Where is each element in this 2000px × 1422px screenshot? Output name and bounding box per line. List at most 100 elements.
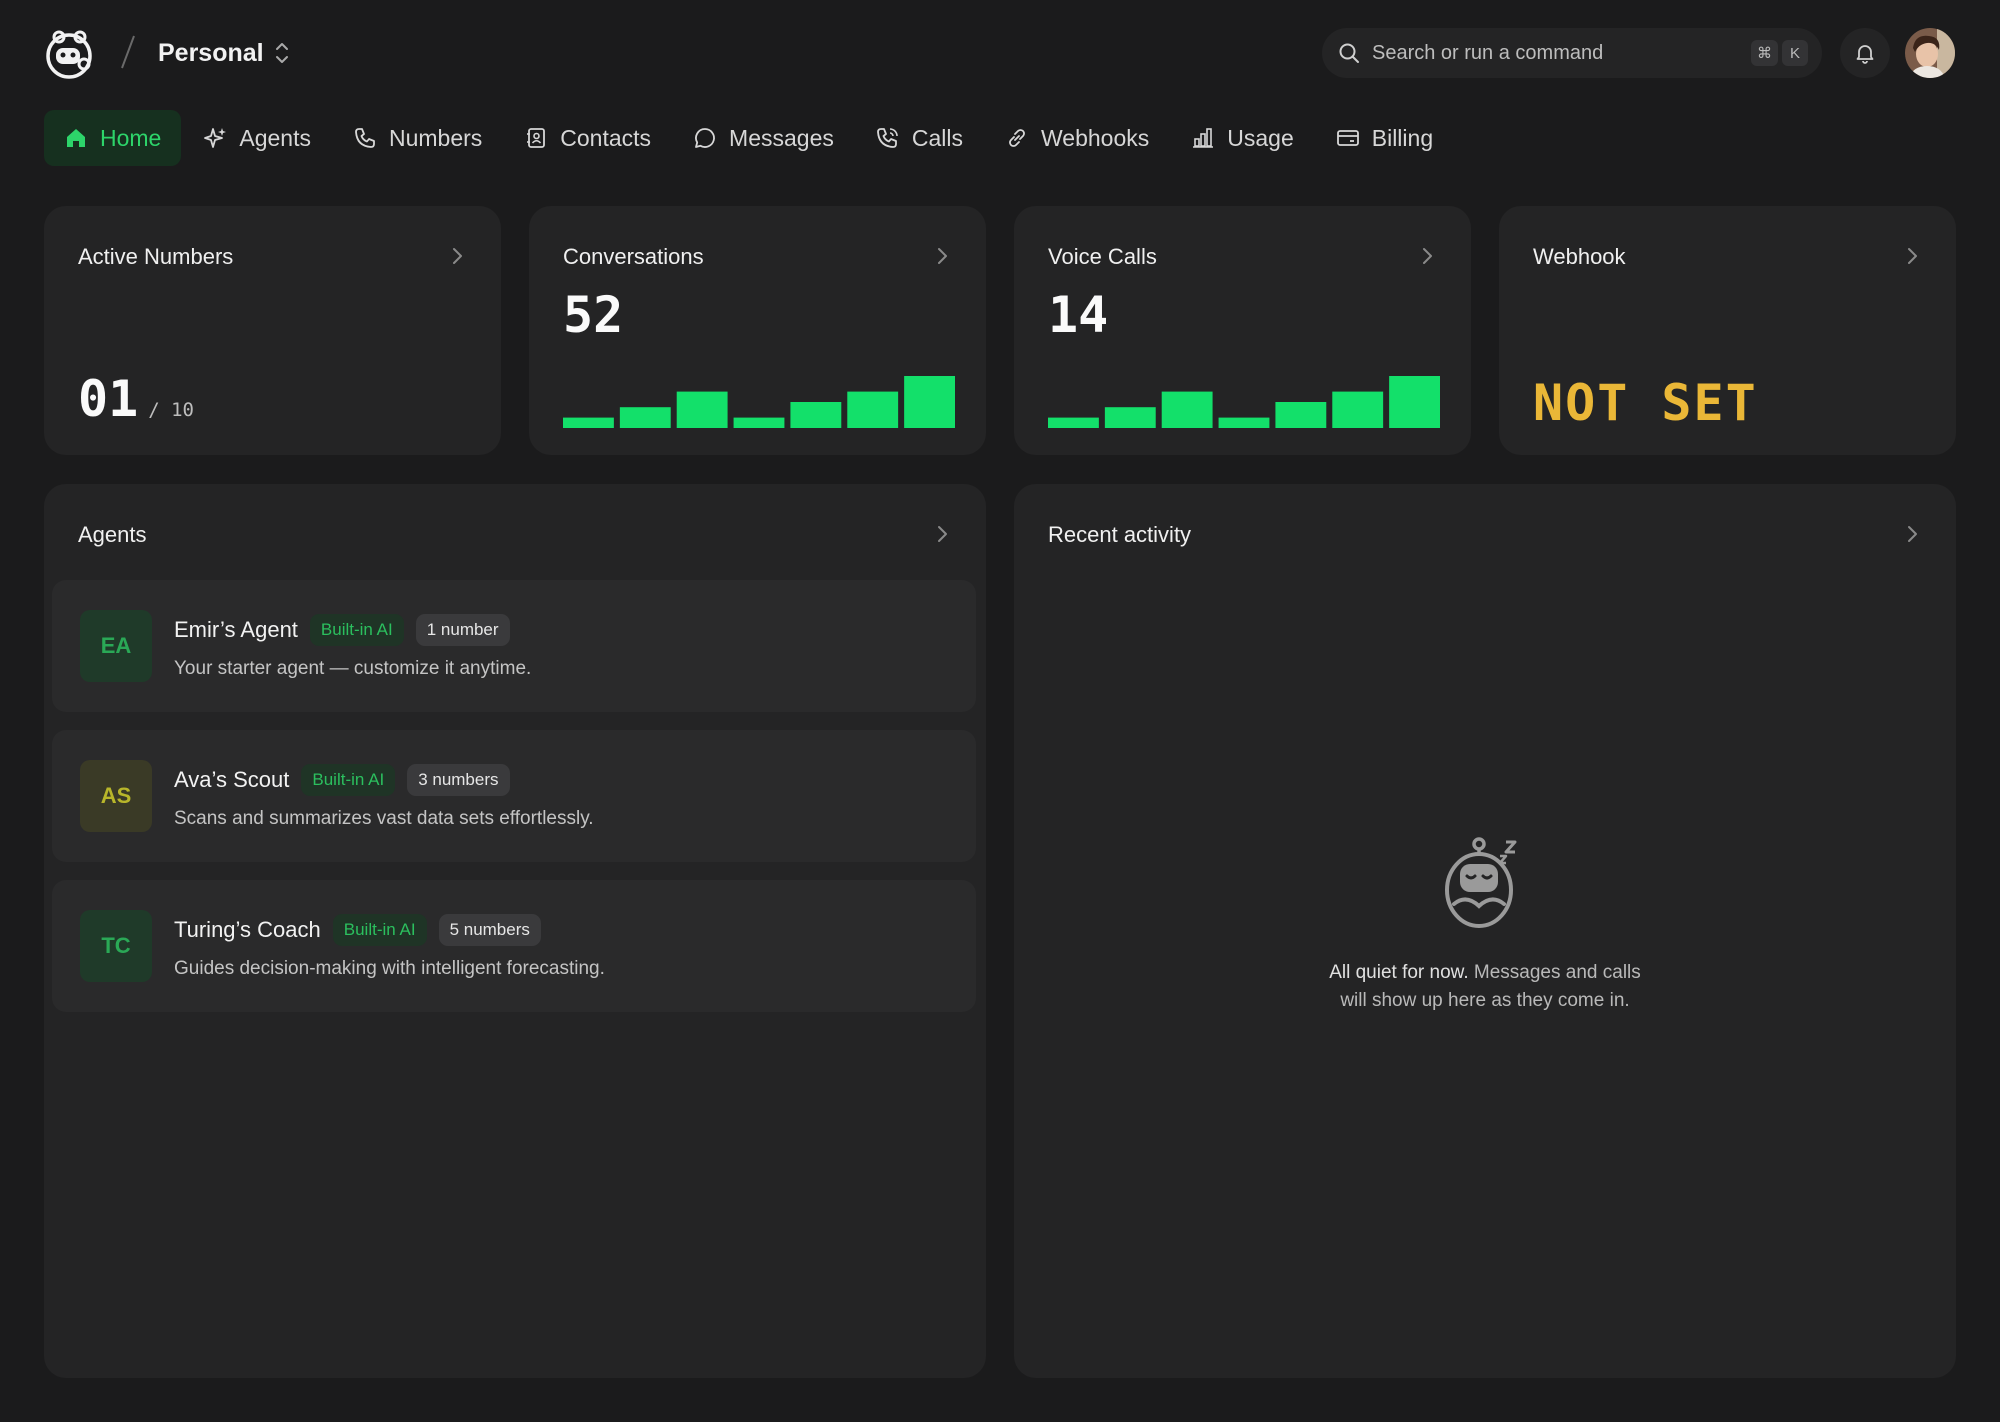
keyboard-shortcut: ⌘ K — [1751, 40, 1808, 66]
agent-row[interactable]: TC Turing’s Coach Built-in AI 5 numbers … — [52, 880, 976, 1012]
agents-panel: Agents EA Emir’s Agent Built-in AI 1 num… — [44, 484, 986, 1378]
tab-label: Billing — [1371, 124, 1434, 151]
agent-description: Your starter agent — customize it anytim… — [174, 658, 532, 679]
spark-bar — [790, 402, 842, 428]
chevron-right-icon[interactable] — [447, 246, 467, 266]
agent-row[interactable]: AS Ava’s Scout Built-in AI 3 numbers Sca… — [52, 730, 976, 862]
agent-row[interactable]: EA Emir’s Agent Built-in AI 1 number You… — [52, 580, 976, 712]
phone-icon — [355, 128, 375, 148]
tab-home[interactable]: Home — [44, 110, 182, 166]
spark-bar — [1389, 376, 1440, 428]
empty-message-line1: Messages and calls — [1468, 962, 1641, 983]
recent-activity-panel: Recent activity All quiet for now. Messa… — [1014, 484, 1956, 1378]
agent-initials: AS — [80, 760, 152, 832]
home-icon — [67, 129, 85, 147]
built-in-ai-badge: Built-in AI — [301, 764, 396, 796]
tab-label: Numbers — [388, 124, 483, 151]
search-icon — [1339, 43, 1359, 63]
sleeping-robot-icon — [1445, 837, 1517, 928]
active-count: 01 — [78, 370, 139, 428]
empty-state: All quiet for now. Messages and calls wi… — [1014, 834, 1956, 1015]
tab-calls[interactable]: Calls — [856, 110, 983, 166]
tab-label: Agents — [239, 124, 311, 151]
agent-description: Scans and summarizes vast data sets effo… — [174, 808, 594, 829]
tab-label: Contacts — [560, 124, 652, 151]
bar-chart-icon — [1193, 128, 1214, 148]
empty-message: All quiet for now. Messages and calls wi… — [1014, 959, 1956, 1015]
card-title: Active Numbers — [78, 244, 234, 269]
number-count-badge: 1 number — [415, 614, 510, 646]
tab-agents[interactable]: Agents — [183, 110, 331, 166]
chevron-right-icon[interactable] — [1902, 524, 1922, 544]
tab-label: Calls — [911, 124, 963, 151]
command-search[interactable]: ⌘ K — [1322, 28, 1822, 78]
chevron-right-icon[interactable] — [1417, 246, 1437, 266]
sparkle-icon — [204, 128, 227, 148]
workspace-name: Personal — [158, 38, 264, 67]
chevron-right-icon[interactable] — [1902, 246, 1922, 266]
tab-usage[interactable]: Usage — [1171, 110, 1313, 166]
spark-bar — [1104, 407, 1156, 428]
agent-description: Guides decision-making with intelligent … — [174, 958, 605, 979]
breadcrumb-separator-icon — [121, 35, 135, 69]
card-title: Conversations — [563, 244, 704, 269]
number-count-badge: 3 numbers — [407, 764, 510, 796]
webhook-status: NOT SET — [1533, 374, 1758, 432]
spark-bar — [1218, 417, 1270, 428]
card-title: Voice Calls — [1048, 244, 1157, 269]
tab-contacts[interactable]: Contacts — [504, 110, 671, 166]
agent-name: Turing’s Coach — [174, 917, 321, 942]
phone-call-icon — [876, 128, 898, 148]
spark-bar — [1161, 391, 1213, 428]
shortcut-key: K — [1782, 40, 1808, 66]
bell-icon — [1856, 45, 1874, 64]
webhook-card[interactable]: Webhook NOT SET — [1499, 206, 1956, 455]
card-title: Webhook — [1533, 244, 1626, 269]
agent-initials: TC — [80, 910, 152, 982]
agent-name: Ava’s Scout — [174, 767, 290, 792]
workspace-switcher[interactable]: Personal — [158, 36, 290, 70]
shortcut-modifier: ⌘ — [1751, 40, 1778, 66]
user-avatar[interactable] — [1905, 28, 1955, 78]
panel-title: Agents — [78, 522, 147, 547]
tab-billing[interactable]: Billing — [1316, 110, 1453, 166]
conversations-value: 52 — [563, 286, 624, 344]
panel-title: Recent activity — [1048, 522, 1192, 547]
active-numbers-card[interactable]: Active Numbers 01 / 10 — [44, 206, 501, 455]
chevron-right-icon[interactable] — [932, 246, 952, 266]
spark-bar — [904, 376, 955, 428]
credit-card-icon — [1336, 130, 1359, 146]
tab-label: Home — [100, 124, 162, 151]
voice-calls-sparkline — [1048, 376, 1440, 428]
agent-name: Emir’s Agent — [174, 617, 298, 642]
main-nav: Home Agents Numbers Contacts Messages Ca… — [44, 110, 1453, 166]
tab-label: Usage — [1227, 124, 1294, 151]
search-input[interactable] — [1372, 41, 1751, 65]
spark-bar — [1275, 402, 1327, 428]
spark-bar — [563, 417, 614, 428]
voice-calls-value: 14 — [1048, 286, 1109, 344]
conversations-card[interactable]: Conversations 52 — [529, 206, 986, 455]
spark-bar — [676, 391, 728, 428]
tab-label: Webhooks — [1041, 124, 1150, 151]
chevron-right-icon[interactable] — [932, 524, 952, 544]
app-logo-icon[interactable] — [42, 26, 96, 80]
spark-bar — [1332, 391, 1384, 428]
chat-bubble-icon — [695, 128, 715, 148]
built-in-ai-badge: Built-in AI — [332, 914, 427, 946]
spark-bar — [619, 407, 671, 428]
contact-book-icon — [527, 128, 546, 148]
empty-message-strong: All quiet for now. — [1329, 962, 1469, 983]
empty-message-line2: will show up here as they come in. — [1340, 990, 1630, 1011]
spark-bar — [1048, 417, 1099, 428]
conversations-sparkline — [563, 376, 955, 428]
built-in-ai-badge: Built-in AI — [309, 614, 404, 646]
voice-calls-card[interactable]: Voice Calls 14 — [1014, 206, 1471, 455]
notifications-button[interactable] — [1840, 28, 1890, 78]
spark-bar — [847, 391, 899, 428]
tab-webhooks[interactable]: Webhooks — [985, 110, 1169, 166]
tab-numbers[interactable]: Numbers — [333, 110, 502, 166]
active-total: / 10 — [148, 399, 194, 421]
number-count-badge: 5 numbers — [438, 914, 541, 946]
tab-messages[interactable]: Messages — [673, 110, 854, 166]
